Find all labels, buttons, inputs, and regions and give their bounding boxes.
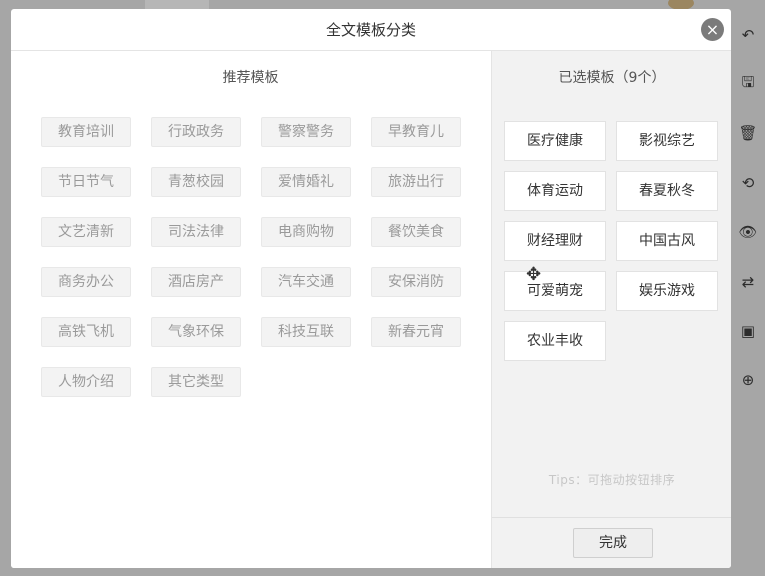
recommended-item[interactable]: 电商购物 (261, 217, 351, 247)
modal-title: 全文模板分类 (325, 21, 416, 39)
tips-text: Tips：可拖动按钮排序 (548, 473, 676, 487)
recommended-item[interactable]: 节日节气 (41, 167, 131, 197)
undo-icon[interactable]: ↶ (731, 10, 765, 59)
recommended-item[interactable]: 气象环保 (151, 317, 241, 347)
selected-item[interactable]: 财经理财 (504, 221, 606, 261)
recommended-item[interactable]: 警察警务 (261, 117, 351, 147)
selected-item[interactable]: 医疗健康 (504, 121, 606, 161)
selected-item[interactable]: 影视综艺 (616, 121, 718, 161)
recommended-item[interactable]: 高铁飞机 (41, 317, 131, 347)
done-button[interactable]: 完成 (573, 528, 653, 558)
selected-title: 已选模板（9个） (558, 70, 666, 86)
recommended-item[interactable]: 司法法律 (151, 217, 241, 247)
recommended-item[interactable]: 文艺清新 (41, 217, 131, 247)
preview-icon[interactable]: 👁 (731, 208, 765, 257)
recommended-item[interactable]: 其它类型 (151, 367, 241, 397)
selected-item[interactable]: 可爱萌宠 (504, 271, 606, 311)
recommended-item[interactable]: 商务办公 (41, 267, 131, 297)
save-icon[interactable]: 🖫 (731, 59, 765, 108)
move-cursor-icon: ✥ (526, 264, 542, 285)
recommended-item[interactable]: 行政政务 (151, 117, 241, 147)
recommended-item[interactable]: 爱情婚礼 (261, 167, 351, 197)
recommended-item[interactable]: 旅游出行 (371, 167, 461, 197)
recommended-item[interactable]: 人物介绍 (41, 367, 131, 397)
selected-item[interactable]: 娱乐游戏 (616, 271, 718, 311)
zoom-icon[interactable]: ⊕ (731, 356, 765, 405)
modal-header: 全文模板分类 × (11, 9, 731, 51)
selected-panel: 已选模板（9个） 医疗健康 影视综艺 体育运动 春夏秋冬 财经理财 中国古风 可爱萌宠 娱乐游… (491, 51, 731, 568)
template-category-modal: 全文模板分类 × 推荐模板 教育培训 行政政务 警察警务 早教育儿节日节气 青葱校园 爱情… (11, 9, 731, 568)
recommended-item[interactable]: 餐饮美食 (371, 217, 461, 247)
right-toolbar: ↶ 🖫 🗑 ⟲ 👁 ⇄ ▣ ⊕ (731, 10, 765, 405)
recommended-title: 推荐模板 (222, 70, 279, 86)
close-icon[interactable]: × (701, 18, 724, 41)
recommended-grid: 教育培训 行政政务 警察警务 早教育儿节日节气 青葱校园 爱情婚礼 旅游出行文艺清新 司法法律… (41, 117, 461, 397)
selected-item[interactable]: 农业丰收 (504, 321, 606, 361)
history-icon[interactable]: ⟲ (731, 158, 765, 207)
selected-item[interactable]: 春夏秋冬 (616, 171, 718, 211)
delete-icon[interactable]: 🗑 (731, 109, 765, 158)
recommended-item[interactable]: 早教育儿 (371, 117, 461, 147)
recommended-panel: 推荐模板 教育培训 行政政务 警察警务 早教育儿节日节气 青葱校园 爱情婚礼 旅游出行文艺清… (11, 51, 490, 568)
recommended-item[interactable]: 青葱校园 (151, 167, 241, 197)
recommended-item[interactable]: 安保消防 (371, 267, 461, 297)
recommended-item[interactable]: 新春元宵 (371, 317, 461, 347)
recommended-item[interactable]: 汽车交通 (261, 267, 351, 297)
selected-grid: 医疗健康 影视综艺 体育运动 春夏秋冬 财经理财 中国古风 可爱萌宠 娱乐游戏 农业丰收 (504, 121, 718, 361)
selected-item[interactable]: 中国古风 (616, 221, 718, 261)
image-icon[interactable]: ▣ (731, 306, 765, 355)
recommended-item[interactable]: 科技互联 (261, 317, 351, 347)
selected-item[interactable]: 体育运动 (504, 171, 606, 211)
recommended-item[interactable]: 教育培训 (41, 117, 131, 147)
recommended-item[interactable]: 酒店房产 (151, 267, 241, 297)
swap-icon[interactable]: ⇄ (731, 257, 765, 306)
modal-footer: 完成 (492, 517, 731, 568)
